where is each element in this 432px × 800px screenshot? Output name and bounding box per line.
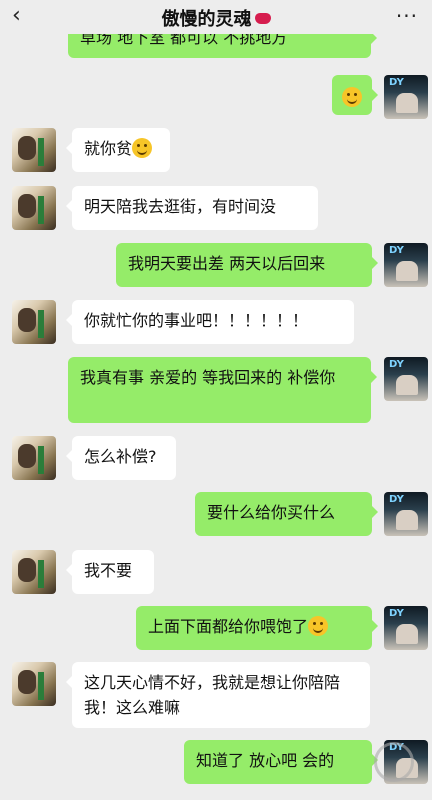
my-avatar[interactable]: DY: [384, 492, 428, 536]
contact-avatar[interactable]: [12, 436, 56, 480]
message-text: 我不要: [84, 561, 133, 580]
message-text: 你就忙你的事业吧！！！！！！: [84, 311, 309, 330]
contact-avatar[interactable]: [12, 550, 56, 594]
my-avatar[interactable]: DY: [384, 75, 428, 119]
message-text: 就你贫: [84, 139, 133, 158]
message-text: 要什么给你买什么: [207, 503, 336, 522]
message-text: 知道了 放心吧 会的: [196, 751, 335, 770]
thinking-emoji-icon: [342, 87, 362, 107]
grin-emoji-icon: [132, 138, 153, 158]
message-bubble-received[interactable]: 我不要: [66, 550, 154, 594]
laugh-tears-emoji-icon: [308, 616, 329, 636]
lips-emoji-icon: [254, 13, 271, 24]
my-avatar[interactable]: DY: [384, 357, 428, 401]
message-bubble-sent[interactable]: 我明天要出差 两天以后回来: [116, 243, 378, 287]
message-bubble-sent[interactable]: 上面下面都给你喂饱了: [136, 606, 378, 650]
message-bubble-received[interactable]: 怎么补偿?: [66, 436, 176, 480]
message-bubble-sent[interactable]: 要什么给你买什么: [195, 492, 378, 536]
message-text: 这几天心情不好，我就是想让你陪陪我！这么难嘛: [84, 673, 341, 717]
message-bubble-received[interactable]: 明天陪我去逛街，有时间没: [66, 186, 318, 230]
contact-avatar[interactable]: [12, 662, 56, 706]
top-bar: ‹ 傲慢的灵魂 ···: [0, 0, 432, 34]
message-bubble-received[interactable]: 你就忙你的事业吧！！！！！！: [66, 300, 354, 344]
my-avatar[interactable]: DY: [384, 606, 428, 650]
watermark-logo: [352, 734, 426, 794]
message-text: 我明天要出差 两天以后回来: [128, 254, 326, 273]
chat-title[interactable]: 傲慢的灵魂: [0, 5, 432, 31]
message-text: 明天陪我去逛街，有时间没: [84, 197, 277, 216]
more-options-icon[interactable]: ···: [396, 4, 418, 28]
message-text: 我真有事 亲爱的 等我回来的 补偿你: [80, 368, 336, 387]
contact-avatar[interactable]: [12, 128, 56, 172]
message-text: 怎么补偿?: [84, 447, 157, 466]
message-bubble-sent[interactable]: [332, 75, 378, 115]
message-bubble-received[interactable]: 这几天心情不好，我就是想让你陪陪我！这么难嘛: [66, 662, 370, 728]
my-avatar[interactable]: DY: [384, 243, 428, 287]
message-text: 上面下面都给你喂饱了: [148, 617, 309, 636]
message-bubble-received[interactable]: 就你贫: [66, 128, 170, 172]
chat-title-text: 傲慢的灵魂: [161, 9, 252, 30]
contact-avatar[interactable]: [12, 186, 56, 230]
contact-avatar[interactable]: [12, 300, 56, 344]
message-bubble-sent[interactable]: 知道了 放心吧 会的: [184, 740, 378, 784]
message-bubble-sent[interactable]: 我真有事 亲爱的 等我回来的 补偿你: [68, 357, 377, 423]
